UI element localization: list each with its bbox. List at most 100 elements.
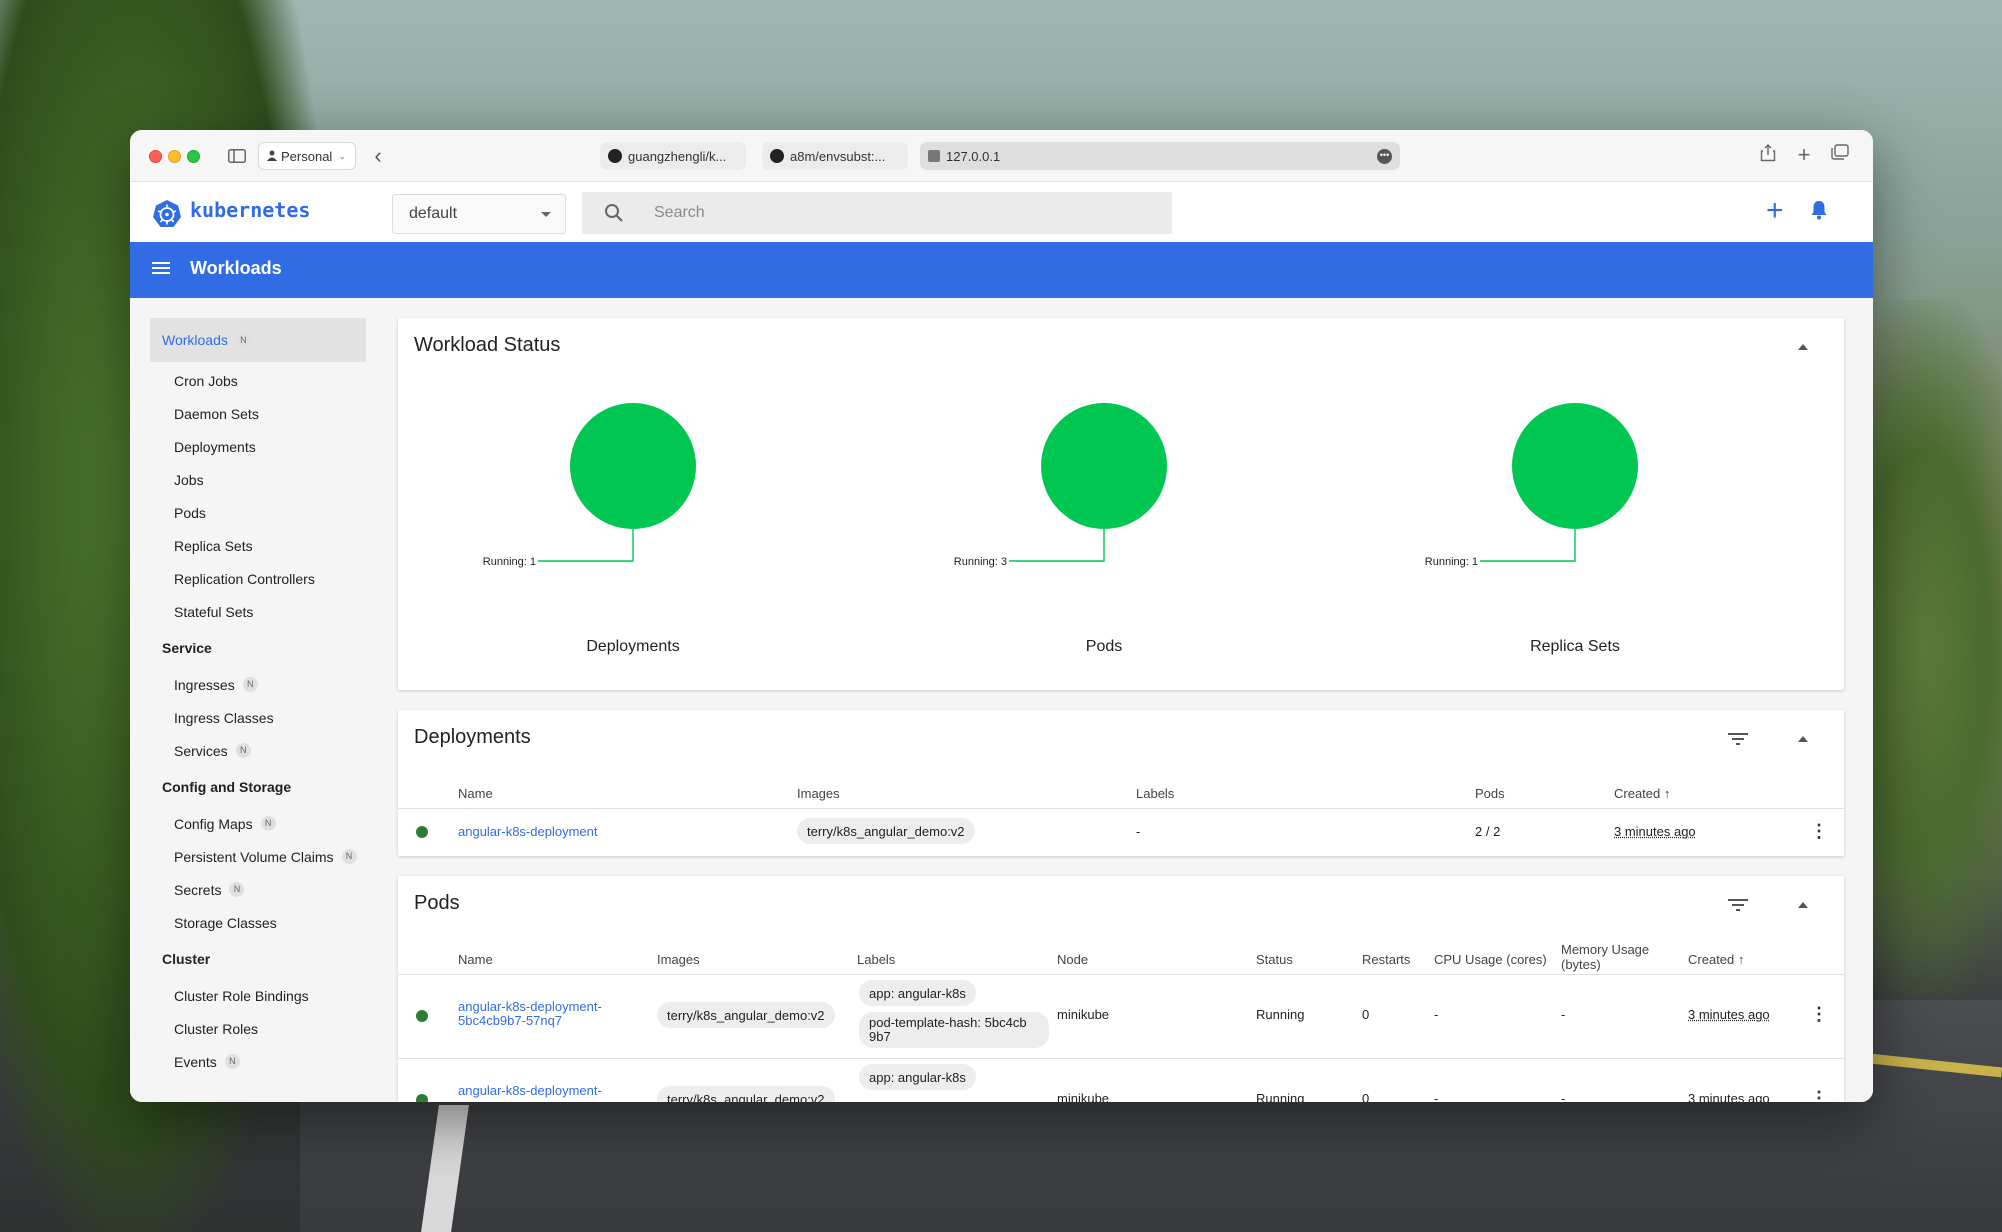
nav-item-daemon-sets[interactable]: Daemon Sets: [150, 397, 366, 430]
column-header-created[interactable]: Created ↑: [1614, 786, 1670, 801]
deployment-name-link[interactable]: angular-k8s-deployment: [458, 824, 597, 839]
github-icon: [770, 149, 784, 163]
nav-item-config-maps[interactable]: Config Maps N: [150, 807, 366, 840]
search-input[interactable]: [654, 192, 1154, 234]
nav-item-label: Daemon Sets: [174, 405, 259, 422]
namespaced-badge: N: [341, 849, 357, 864]
table-divider: [398, 1058, 1844, 1059]
nav-item-cluster-role-bindings[interactable]: Cluster Role Bindings: [150, 979, 366, 1012]
pod-name-link[interactable]: angular-k8s-deployment- 5bc4cb9b7-57nq7: [458, 1000, 602, 1028]
more-vert-icon[interactable]: ⋮: [1810, 1005, 1828, 1023]
profile-selector[interactable]: Personal ⌄: [258, 142, 356, 170]
sidebar-toggle-icon[interactable]: [224, 144, 250, 168]
close-window-button[interactable]: [149, 150, 162, 163]
nav-item-label: Workloads: [162, 332, 228, 348]
nav-item-ingresses[interactable]: Ingresses N: [150, 668, 366, 701]
nav-section-service[interactable]: Service: [150, 628, 366, 668]
pie-slice-running[interactable]: [570, 403, 696, 529]
browser-tab-2[interactable]: a8m/envsubst:...: [762, 142, 908, 170]
browser-window: Personal ⌄ ‹ guangzhengli/k... a8m/envsu…: [130, 130, 1873, 1102]
app-brand[interactable]: kubernetes: [190, 198, 310, 222]
column-header-labels: Labels: [857, 952, 896, 967]
nav-item-deployments[interactable]: Deployments: [150, 430, 366, 463]
column-header-node: Node: [1057, 952, 1089, 967]
zoom-window-button[interactable]: [187, 150, 200, 163]
filter-icon[interactable]: [1728, 898, 1748, 917]
nav-item-cron-jobs[interactable]: Cron Jobs: [150, 364, 366, 397]
browser-tab-active[interactable]: 127.0.0.1 •••: [920, 142, 1400, 170]
column-header-restarts: Restarts: [1362, 952, 1411, 967]
created-value: 3 minutes ago: [1688, 1007, 1770, 1022]
column-header-line: (bytes): [1561, 957, 1601, 972]
page-title: Workloads: [190, 258, 282, 278]
label-chip: pod-template-hash: 5bc4cb 9b7: [859, 1012, 1049, 1048]
column-header-name[interactable]: Name: [458, 786, 493, 801]
create-resource-icon[interactable]: +: [1766, 196, 1784, 226]
column-header-images: Images: [797, 786, 840, 801]
nav-item-label: Cluster Roles: [174, 1020, 259, 1037]
hamburger-menu-icon[interactable]: [152, 260, 172, 281]
more-vert-icon[interactable]: ⋮: [1810, 1089, 1828, 1102]
more-vert-icon[interactable]: ⋮: [1810, 822, 1828, 840]
nav-item-stateful-sets[interactable]: Stateful Sets: [150, 595, 366, 628]
nav-item-cluster-roles[interactable]: Cluster Roles: [150, 1012, 366, 1045]
nav-item-replica-sets[interactable]: Replica Sets: [150, 529, 366, 562]
nav-item-workloads[interactable]: Workloads N: [150, 318, 366, 362]
notifications-bell-icon[interactable]: [1810, 200, 1828, 225]
image-chip: terry/k8s_angular_demo:v2: [657, 1086, 835, 1102]
more-icon[interactable]: •••: [1377, 149, 1392, 164]
nav-item-ingress-classes[interactable]: Ingress Classes: [150, 701, 366, 734]
column-header-name[interactable]: Name: [458, 952, 493, 967]
profile-label: Personal: [281, 148, 333, 164]
label-chip: app: angular-k8s: [859, 980, 976, 1006]
pie-data-label: Running: 1: [1425, 556, 1478, 568]
nav-item-label: Stateful Sets: [174, 603, 254, 620]
nav-item-persistent-volume-claims[interactable]: Persistent Volume Claims N: [150, 840, 366, 873]
pie-slice-running[interactable]: [1041, 403, 1167, 529]
github-icon: [608, 149, 622, 163]
restarts-value: 0: [1362, 1091, 1370, 1102]
collapse-icon[interactable]: [1798, 902, 1808, 908]
column-header-created[interactable]: Created ↑: [1688, 952, 1744, 967]
collapse-icon[interactable]: [1798, 736, 1808, 742]
nav-item-label: Secrets: [174, 881, 222, 898]
card-title: Pods: [414, 892, 460, 914]
nav-item-replication-controllers[interactable]: Replication Controllers: [150, 562, 366, 595]
nav-item-label: Cluster Role Bindings: [174, 987, 309, 1004]
nav-item-secrets[interactable]: Secrets N: [150, 873, 366, 906]
nav-item-events[interactable]: Events N: [150, 1045, 366, 1078]
filter-icon[interactable]: [1728, 732, 1748, 751]
tab-overview-icon[interactable]: [1828, 144, 1852, 168]
share-icon[interactable]: [1756, 144, 1780, 168]
column-header-labels: Labels: [1136, 786, 1175, 801]
namespaced-badge: N: [260, 816, 276, 831]
pie-data-label: Running: 3: [954, 556, 1007, 568]
nav-item-services[interactable]: Services N: [150, 734, 366, 767]
browser-tab-1[interactable]: guangzhengli/k...: [600, 142, 746, 170]
minimize-window-button[interactable]: [168, 150, 181, 163]
nav-item-storage-classes[interactable]: Storage Classes: [150, 906, 366, 939]
collapse-icon[interactable]: [1798, 344, 1808, 350]
restarts-value: 0: [1362, 1007, 1370, 1022]
tab-label: a8m/envsubst:...: [790, 148, 886, 164]
nav-section-cluster[interactable]: Cluster: [150, 939, 366, 979]
label-chip: app: angular-k8s: [859, 1064, 976, 1090]
new-tab-icon[interactable]: +: [1792, 144, 1816, 168]
chart-label: Replica Sets: [1530, 638, 1620, 655]
pods-value: 2 / 2: [1475, 824, 1501, 839]
column-header-images: Images: [657, 952, 700, 967]
deployments-status-chart: Running: 1 Deployments: [433, 318, 833, 690]
app-header: kubernetes default +: [130, 182, 1873, 242]
tab-label: guangzhengli/k...: [628, 148, 727, 164]
pod-name-link[interactable]: angular-k8s-deployment-: [458, 1084, 602, 1098]
back-button[interactable]: ‹: [366, 143, 390, 168]
status-ok-icon: [416, 1010, 428, 1022]
nav-section-config-and-storage[interactable]: Config and Storage: [150, 767, 366, 807]
nav-item-pods[interactable]: Pods: [150, 496, 366, 529]
namespace-select[interactable]: default: [392, 194, 566, 234]
nav-item-jobs[interactable]: Jobs: [150, 463, 366, 496]
created-value: 3 minutes ago: [1614, 824, 1696, 839]
kubernetes-logo-icon[interactable]: [152, 199, 181, 227]
pie-slice-running[interactable]: [1512, 403, 1638, 529]
node-value: minikube: [1057, 1091, 1110, 1102]
